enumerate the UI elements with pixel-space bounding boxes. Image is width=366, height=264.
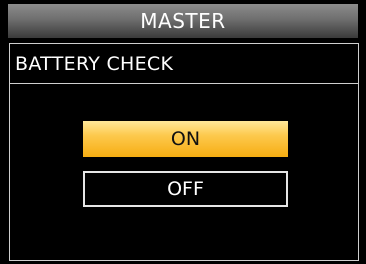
panel-title: BATTERY CHECK: [15, 52, 174, 75]
device-screen: MASTER BATTERY CHECK ON OFF: [0, 0, 366, 264]
option-on-label: ON: [170, 128, 201, 150]
option-off-label: OFF: [167, 178, 204, 200]
option-off-button[interactable]: OFF: [83, 171, 288, 207]
option-on-button[interactable]: ON: [83, 121, 288, 157]
battery-check-panel: BATTERY CHECK ON OFF: [9, 43, 359, 261]
page-title: MASTER: [140, 9, 226, 33]
panel-header: BATTERY CHECK: [10, 44, 358, 84]
title-bar: MASTER: [8, 4, 358, 38]
